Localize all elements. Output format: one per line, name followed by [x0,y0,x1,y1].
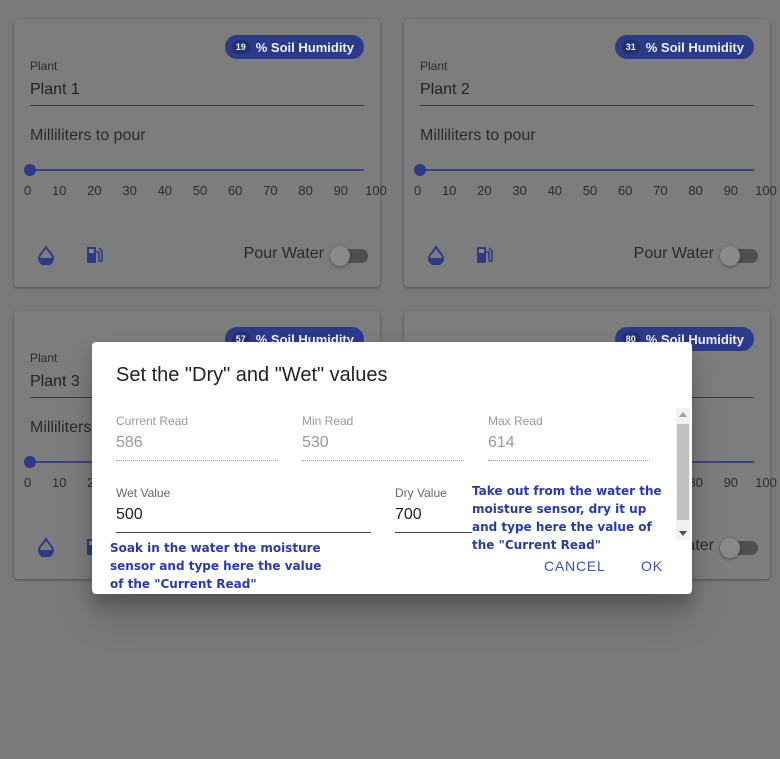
min-read-field: Min Read 530 [302,414,464,461]
slider-tick-label: 20 [477,183,492,198]
slider-tick-label: 40 [157,183,173,198]
slider-tick-label: 10 [51,475,67,490]
slider-thumb[interactable] [414,164,426,176]
humidity-label: % Soil Humidity [255,39,354,55]
pour-water-label: Pour Water [243,245,324,262]
wet-help-annotation: Soak in the water the moisture sensor an… [110,541,322,591]
plant-field-underline [420,105,754,106]
fuel-pump-icon[interactable] [84,245,104,265]
soil-humidity-badge: 31 % Soil Humidity [614,35,754,59]
slider-tick-label: 70 [263,183,278,198]
ok-button[interactable]: OK [641,558,663,574]
slider-tick-label: 90 [333,183,349,198]
slider-tick-label: 60 [227,183,243,198]
soil-humidity-badge: 19 % Soil Humidity [224,35,364,59]
milliliters-slider[interactable] [24,164,364,176]
water-drop-icon[interactable] [426,245,446,265]
max-read-label: Max Read [488,414,543,428]
slider-thumb[interactable] [24,456,36,468]
toggle-knob[interactable] [720,538,740,558]
pour-water-toggle[interactable] [720,538,758,558]
milliliters-label: Milliliters to pour [420,127,536,144]
slider-tick-label: 90 [723,183,739,198]
current-read-field: Current Read 586 [116,414,278,461]
slider-tick-label: 50 [192,183,208,198]
wet-value-field[interactable]: Wet Value 500 [116,486,371,533]
pour-water-toggle[interactable] [330,246,368,266]
wet-value-label: Wet Value [116,486,171,500]
slider-tick-label: 10 [51,183,67,198]
milliliters-label: Milliliters to pour [30,127,146,144]
slider-tick-label: 0 [24,183,32,198]
milliliters-slider[interactable] [414,164,754,176]
water-drop-icon[interactable] [36,537,56,557]
slider-tick-label: 100 [755,183,777,198]
fuel-pump-icon[interactable] [474,245,494,265]
slider-ticks: 0 10 20 30 40 50 60 70 80 90 100 [414,183,777,199]
min-read-label: Min Read [302,414,354,428]
milliliters-label: Milliliters [30,419,92,436]
plant-name-input[interactable]: Plant 3 [30,373,80,391]
dialog-scrollbar[interactable] [676,408,690,540]
slider-tick-label: 0 [414,183,422,198]
plant-field-label: Plant [420,59,448,73]
slider-ticks: 0 10 20 30 40 50 60 70 80 90 100 [24,183,387,199]
slider-tick-label: 90 [723,475,739,490]
slider-thumb[interactable] [24,164,36,176]
humidity-label: % Soil Humidity [645,39,744,55]
slider-tick-label: 10 [441,183,457,198]
plant-card-2: 31 % Soil Humidity Plant Plant 2 Millili… [404,19,777,287]
slider-tick-label: 30 [122,183,137,198]
min-read-value: 530 [302,434,464,461]
humidity-value: 19 [231,40,250,54]
plant-name-input[interactable]: Plant 2 [420,81,470,99]
max-read-field: Max Read 614 [488,414,650,461]
current-read-label: Current Read [116,414,189,428]
max-read-value: 614 [488,434,650,461]
plant-field-label: Plant [30,59,58,73]
slider-tick-label: 100 [755,475,777,490]
wet-value-input[interactable]: 500 [116,506,371,533]
scrollbar-thumb[interactable] [677,424,689,520]
plant-card-1: 19 % Soil Humidity Plant Plant 1 Millili… [14,19,387,287]
toggle-knob[interactable] [330,246,350,266]
slider-tick-label: 70 [653,183,668,198]
slider-tick-label: 40 [547,183,563,198]
scroll-down-arrow-icon[interactable] [679,531,687,536]
humidity-value: 31 [621,40,640,54]
pour-water-label: Pour Water [633,245,714,262]
scroll-up-arrow-icon[interactable] [679,412,687,417]
plant-name-input[interactable]: Plant 1 [30,81,80,99]
pour-water-toggle[interactable] [720,246,758,266]
current-read-value: 586 [116,434,278,461]
toggle-knob[interactable] [720,246,740,266]
slider-tick-label: 0 [24,475,32,490]
slider-tick-label: 80 [298,183,313,198]
water-drop-icon[interactable] [36,245,56,265]
slider-tick-label: 80 [688,183,703,198]
slider-tick-label: 50 [582,183,598,198]
slider-tick-label: 30 [512,183,527,198]
slider-tick-label: 100 [365,183,387,198]
cancel-button[interactable]: CANCEL [544,558,606,574]
plant-field-underline [30,105,364,106]
dialog-title: Set the "Dry" and "Wet" values [116,364,388,386]
dry-help-annotation: Take out from the water the moisture sen… [472,482,668,554]
slider-tick-label: 60 [617,183,633,198]
slider-tick-label: 20 [87,183,102,198]
plant-field-label: Plant [30,351,58,365]
